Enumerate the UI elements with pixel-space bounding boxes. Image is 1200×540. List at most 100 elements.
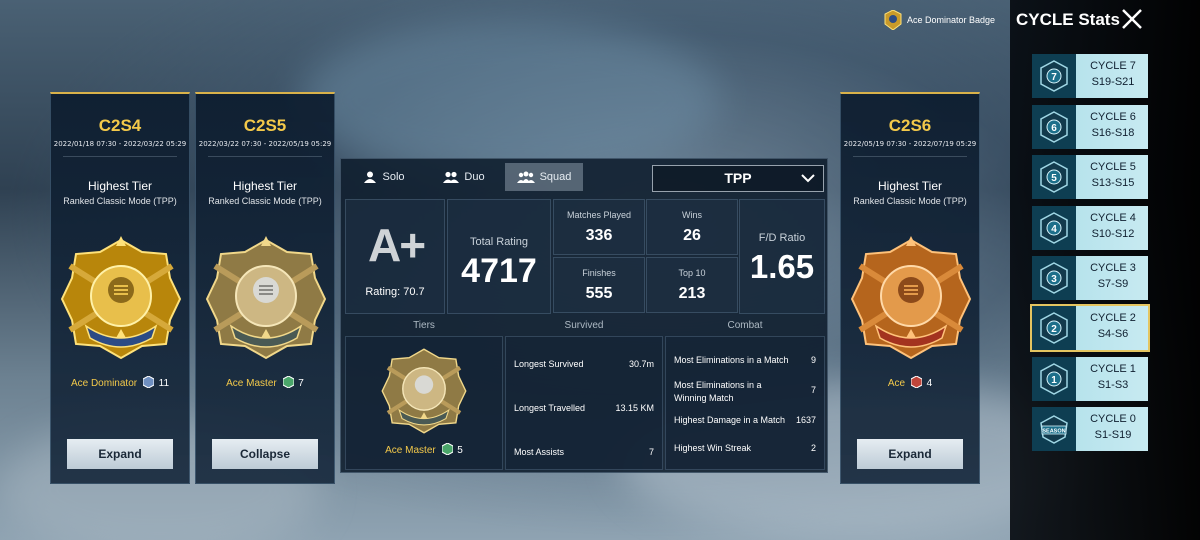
tier-level: 7: [298, 378, 304, 389]
tab-solo[interactable]: Solo: [345, 163, 423, 191]
tab-duo[interactable]: Duo: [425, 163, 503, 191]
cycle-badge-icon: 3: [1040, 262, 1068, 294]
cycle-item-0[interactable]: SEASON CYCLE 0 S1-S19: [1032, 407, 1148, 451]
highest-tier-heading: Highest Tier: [87, 179, 153, 193]
stat-value: 9: [810, 355, 816, 365]
svg-text:SEASON: SEASON: [1042, 429, 1065, 435]
season-code: C2S5: [243, 116, 287, 135]
tiers-column-heading: Tiers: [413, 320, 435, 331]
stat-value: 30.7m: [628, 359, 654, 369]
cycle-item-6[interactable]: 6 CYCLE 6 S16-S18: [1032, 105, 1148, 149]
badge-link-label: Ace Dominator Badge: [907, 15, 996, 25]
tier-label: Ace Master 5: [346, 443, 502, 456]
divider: [853, 156, 967, 157]
top10-cell: Top 10 213: [646, 257, 738, 313]
wins-value: 26: [683, 227, 701, 244]
cycle-badge-icon: 1: [1040, 363, 1068, 395]
tab-label: Squad: [539, 171, 572, 183]
perspective-dropdown[interactable]: TPP: [652, 165, 824, 192]
cycle-range: S1-S3: [1097, 379, 1129, 391]
stat-value: 13.15 KM: [615, 403, 654, 413]
tab-squad[interactable]: Squad: [505, 163, 583, 191]
divider: [63, 156, 177, 157]
total-rating-box: Total Rating 4717: [447, 199, 551, 314]
cycle-range: S19-S21: [1091, 76, 1135, 88]
stat-value: 2: [810, 443, 816, 453]
expand-button[interactable]: Expand: [857, 439, 963, 469]
season-card-c2s6: C2S6 2022/05/19 07:30 - 2022/07/19 05:29…: [840, 92, 980, 484]
cycle-item-4[interactable]: 4 CYCLE 4 S10-S12: [1032, 206, 1148, 250]
tier-label: Ace 4: [841, 376, 979, 389]
ace-dominator-emblem-icon: [60, 236, 182, 360]
stats-panel: Solo Duo Squad TPP A+ Rating: 70.7 Total…: [340, 158, 828, 473]
cycle-item-3[interactable]: 3 CYCLE 3 S7-S9: [1032, 256, 1148, 300]
cycle-range: S1-S19: [1094, 429, 1132, 441]
tiers-box: Ace Master 5: [345, 336, 503, 470]
ace-dominator-badge-link[interactable]: Ace Dominator Badge: [884, 10, 995, 30]
cycle-name: CYCLE 5: [1090, 161, 1136, 173]
tier-level-badge-icon: [282, 376, 294, 388]
tier-level: 5: [457, 445, 463, 456]
finishes-label: Finishes: [582, 268, 616, 278]
cycle-name: CYCLE 4: [1090, 212, 1136, 224]
tier-label: Ace Dominator 11: [51, 376, 189, 389]
tier-level-badge-icon: [910, 376, 922, 388]
stat-label: Highest Win Streak: [674, 443, 752, 453]
cycle-name: CYCLE 6: [1090, 111, 1136, 123]
cycle-item-1[interactable]: 1 CYCLE 1 S1-S3: [1032, 357, 1148, 401]
tab-label: Duo: [464, 171, 485, 183]
list-item: Most Eliminations in a Winning Match 7: [674, 379, 816, 405]
solo-icon: [364, 171, 377, 183]
cycle-item-2[interactable]: 2 CYCLE 2 S4-S6: [1030, 304, 1150, 352]
cycle-item-7[interactable]: 7 CYCLE 7 S19-S21: [1032, 54, 1148, 98]
tier-level: 4: [926, 378, 933, 389]
cycle-badge-icon: 2: [1040, 312, 1068, 344]
ace-master-emblem-icon: [205, 236, 327, 360]
stat-value: 1637: [795, 415, 816, 425]
page-title: CYCLE Stats: [1016, 10, 1120, 29]
svg-text:7: 7: [1051, 72, 1057, 83]
survived-column-heading: Survived: [564, 320, 604, 331]
survived-list: Longest Survived 30.7m Longest Travelled…: [505, 336, 663, 470]
close-icon[interactable]: [1120, 7, 1144, 31]
cycle-range: S10-S12: [1091, 228, 1135, 240]
stat-label: Longest Survived: [514, 359, 584, 369]
duo-icon: [443, 171, 460, 183]
stat-value: 7: [648, 447, 654, 457]
svg-text:4: 4: [1051, 224, 1057, 235]
season-dates: 2022/05/19 07:30 - 2022/07/19 05:29: [843, 140, 977, 148]
top10-label: Top 10: [678, 268, 706, 278]
combat-column-heading: Combat: [727, 320, 763, 331]
svg-text:3: 3: [1051, 274, 1057, 285]
collapse-button[interactable]: Collapse: [212, 439, 318, 469]
squad-icon: [516, 171, 535, 183]
top10-value: 213: [678, 285, 706, 302]
combat-list: Most Eliminations in a Match 9 Most Elim…: [665, 336, 825, 470]
cycle-badge-icon: 6: [1040, 111, 1068, 143]
cycle-name: CYCLE 0: [1090, 413, 1136, 425]
perspective-value: TPP: [724, 170, 752, 186]
season-card-c2s5: C2S5 2022/03/22 07:30 - 2022/05/19 05:29…: [195, 92, 335, 484]
tier-name: Ace: [887, 378, 906, 389]
matches-played-cell: Matches Played 336: [553, 199, 645, 255]
wins-label: Wins: [682, 210, 702, 220]
tier-name: Ace Master: [385, 445, 436, 456]
mode-tabs: Solo Duo Squad: [345, 163, 585, 191]
ace-emblem-icon: [850, 236, 972, 360]
cycle-range: S7-S9: [1097, 278, 1129, 290]
stat-label: Highest Damage in a Match: [674, 415, 786, 425]
season-dates: 2022/01/18 07:30 - 2022/03/22 05:29: [53, 140, 187, 148]
cycle-item-5[interactable]: 5 CYCLE 5 S13-S15: [1032, 155, 1148, 199]
cycle-name: CYCLE 3: [1090, 262, 1136, 274]
season-card-c2s4: C2S4 2022/01/18 07:30 - 2022/03/22 05:29…: [50, 92, 190, 484]
mode-label: Ranked Classic Mode (TPP): [208, 196, 322, 206]
total-rating-value: 4717: [461, 252, 537, 290]
finishes-cell: Finishes 555: [553, 257, 645, 313]
expand-button[interactable]: Expand: [67, 439, 173, 469]
cycle-range: S13-S15: [1091, 177, 1135, 189]
stat-label: Most Eliminations in a Match: [674, 355, 789, 365]
cycle-name: CYCLE 7: [1090, 60, 1136, 72]
season-code: C2S6: [888, 116, 932, 135]
grade-box: A+ Rating: 70.7: [345, 199, 445, 314]
chevron-down-icon: [801, 174, 815, 183]
